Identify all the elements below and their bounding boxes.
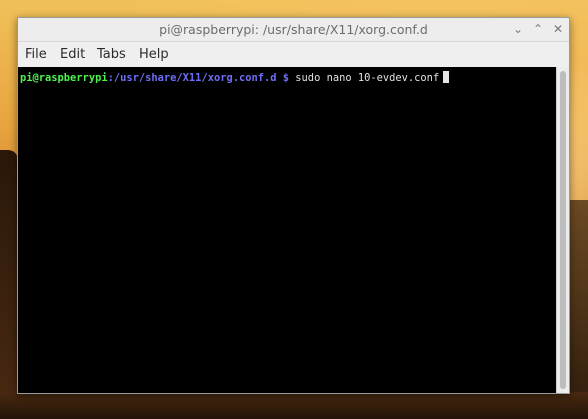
prompt-user: pi@raspberrypi: [20, 72, 108, 84]
menu-file[interactable]: File: [23, 42, 49, 67]
scrollbar-thumb[interactable]: [560, 71, 566, 389]
maximize-icon[interactable]: ⌃: [530, 21, 546, 37]
desktop-ground: [0, 392, 588, 419]
title-bar[interactable]: pi@raspberrypi: /usr/share/X11/xorg.conf…: [18, 18, 569, 42]
terminal-prompt-line: pi@raspberrypi:/usr/share/X11/xorg.conf.…: [20, 71, 450, 85]
minimize-icon[interactable]: ⌄: [510, 21, 526, 37]
window-title: pi@raspberrypi: /usr/share/X11/xorg.conf…: [159, 22, 428, 37]
menu-edit[interactable]: Edit: [58, 42, 87, 67]
menu-bar: File Edit Tabs Help: [18, 42, 569, 67]
vertical-scrollbar[interactable]: [556, 67, 569, 393]
text-cursor: [443, 71, 450, 83]
menu-tabs[interactable]: Tabs: [95, 42, 128, 67]
menu-help[interactable]: Help: [137, 42, 171, 67]
typed-command: sudo nano 10-evdev.conf: [295, 72, 440, 84]
close-icon[interactable]: ✕: [550, 21, 566, 37]
prompt-path: /usr/share/X11/xorg.conf.d $: [113, 72, 290, 84]
terminal-area[interactable]: [18, 67, 556, 393]
terminal-window: pi@raspberrypi: /usr/share/X11/xorg.conf…: [17, 17, 570, 394]
desktop-tree-silhouette: [0, 150, 18, 419]
